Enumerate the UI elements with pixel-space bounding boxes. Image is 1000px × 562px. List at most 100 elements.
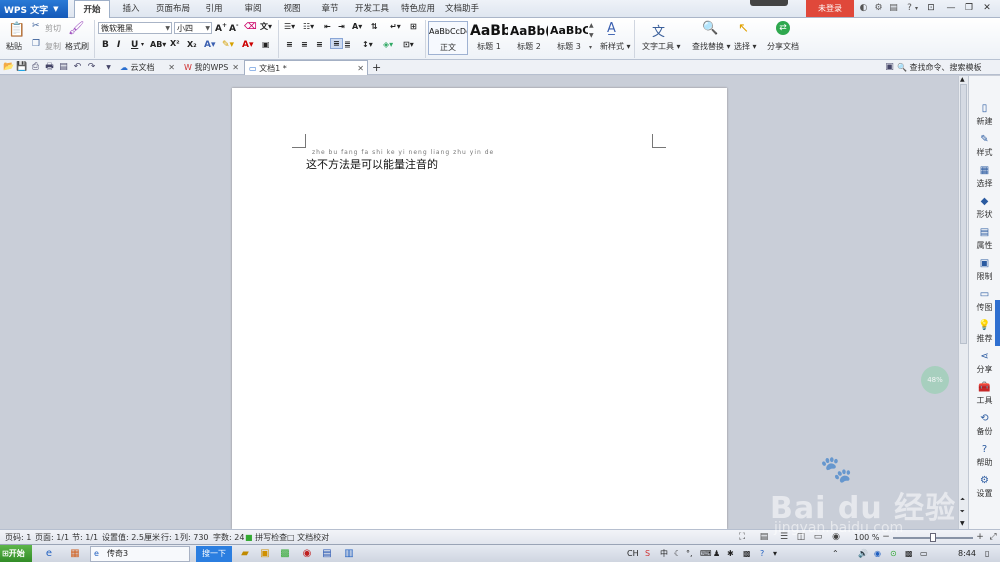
decrease-indent-icon[interactable]: ⇤	[324, 22, 331, 31]
taskbar-search-button[interactable]: 搜一下	[196, 546, 232, 562]
chevron-down-icon[interactable]: ▾	[141, 41, 144, 48]
increase-indent-icon[interactable]: ⇥	[338, 22, 345, 31]
close-icon[interactable]: ✕	[978, 1, 996, 16]
print-preview-icon[interactable]: ⎙	[30, 62, 41, 73]
zoom-in-icon[interactable]: +	[974, 532, 986, 543]
text-effect-icon[interactable]: A▾	[204, 40, 215, 50]
font-color-icon[interactable]: A▾	[242, 40, 253, 50]
tray-shield-icon[interactable]: ◉	[874, 545, 881, 562]
scroll-up-icon[interactable]: ▲	[960, 76, 965, 83]
styles-scroll-up-icon[interactable]: ▲	[589, 22, 594, 29]
show-desktop-icon[interactable]: ▯	[985, 545, 989, 562]
tab-cloud-docs[interactable]: ☁ 云文档 ✕	[116, 60, 178, 75]
ie-browser-icon[interactable]: e	[42, 547, 56, 561]
find-replace-button[interactable]: 查找替换 ▾	[692, 41, 731, 52]
align-left-icon[interactable]: ≡	[286, 40, 293, 49]
close-icon[interactable]: ✕	[232, 60, 239, 75]
close-icon[interactable]: ✕	[357, 61, 364, 76]
tray-punct-icon[interactable]: °,	[686, 545, 693, 562]
status-word-count[interactable]: 字数: 24	[213, 530, 244, 545]
sidebar-item-select[interactable]: ▦ 选择	[969, 164, 1000, 194]
text-tools-icon[interactable]: 文	[652, 21, 665, 40]
new-style-icon[interactable]: A̲	[607, 21, 616, 36]
redo-icon[interactable]: ↷	[86, 62, 97, 73]
italic-icon[interactable]: I	[117, 40, 120, 50]
tab-document-1[interactable]: ▭ 文档1 * ✕	[244, 60, 368, 75]
clear-format-icon[interactable]: ⌫	[244, 22, 257, 32]
sidebar-item-share[interactable]: ⋖ 分享	[969, 350, 1000, 380]
new-style-button[interactable]: 新样式 ▾	[600, 41, 631, 52]
distributed-align-icon[interactable]: ≣	[344, 40, 351, 49]
restore-ribbon-icon[interactable]: ⊡	[922, 1, 940, 16]
text-tools-button[interactable]: 文字工具 ▾	[642, 41, 681, 52]
bold-icon[interactable]: B	[102, 40, 109, 50]
tray-wps-icon[interactable]: ▩	[905, 545, 913, 562]
justify-icon[interactable]: ≡	[330, 38, 343, 49]
red-app-icon[interactable]: ◉	[300, 547, 314, 561]
app-menu-button[interactable]: WPS 文字 ▼	[0, 0, 68, 18]
styles-more-icon[interactable]: ▾	[589, 44, 592, 51]
app-launcher-icon[interactable]: ▦	[68, 547, 82, 561]
minimize-icon[interactable]: —	[942, 1, 960, 16]
print-icon[interactable]: 🖶	[44, 62, 55, 73]
align-right-icon[interactable]: ≡	[316, 40, 323, 49]
superscript-icon[interactable]: X²	[170, 39, 180, 48]
save-icon[interactable]: 💾	[16, 62, 27, 73]
pinyin-guide-icon[interactable]: 文▾	[260, 21, 272, 32]
green-app-icon[interactable]: ▩	[278, 547, 292, 561]
tray-keyboard-icon[interactable]: ⌨	[700, 545, 712, 562]
fit-page-icon[interactable]: ⤢	[987, 532, 999, 543]
tray-tools-icon[interactable]: ✱	[727, 545, 734, 562]
help-chevron-icon[interactable]: ▾	[911, 3, 922, 14]
border-icon[interactable]: ⊡▾	[403, 40, 414, 49]
copy-icon[interactable]: ❐	[32, 39, 40, 49]
tray-volume-icon[interactable]: 🔊	[858, 545, 868, 562]
sidebar-item-style[interactable]: ✎ 样式	[969, 133, 1000, 163]
sidebar-item-shape[interactable]: ◆ 形状	[969, 195, 1000, 225]
paste-button[interactable]: 粘贴	[6, 41, 22, 52]
spellcheck-toggle[interactable]: ■ 拼写检查	[245, 530, 287, 545]
document-page[interactable]: zhe bu fang fa shi ke yi neng liang zhu …	[232, 88, 727, 529]
tab-references[interactable]: 引用	[198, 0, 230, 18]
style-heading-2[interactable]: AaBb( 标题 2	[510, 21, 548, 55]
copy-button[interactable]: 复制	[45, 41, 61, 52]
tray-help-icon[interactable]: ?	[760, 545, 764, 562]
sidebar-item-new[interactable]: ▯ 新建	[969, 102, 1000, 132]
open-folder-icon[interactable]: 📂	[3, 62, 14, 73]
strikethrough-icon[interactable]: AB▾	[150, 40, 166, 49]
document-body-text[interactable]: 这不方法是可以能量注音的	[306, 156, 438, 172]
subscript-icon[interactable]: X₂	[187, 40, 197, 49]
select-button[interactable]: 选择 ▾	[734, 41, 757, 52]
shrink-font-icon[interactable]: A-	[229, 22, 238, 34]
tray-network-icon[interactable]: ▩	[743, 545, 751, 562]
tab-view[interactable]: 视图	[276, 0, 308, 18]
share-doc-button[interactable]: 分享文档	[767, 41, 799, 52]
command-search[interactable]: 🔍 查找命令、搜索模板	[897, 60, 982, 75]
tab-features[interactable]: 特色应用	[396, 0, 440, 18]
media-player-icon[interactable]: ▣	[258, 547, 272, 561]
full-screen-icon[interactable]: ⛶	[736, 532, 748, 543]
tray-chinese-icon[interactable]: 中	[660, 545, 668, 562]
tray-show-hidden-icon[interactable]: ⌃	[832, 545, 839, 562]
select-cursor-icon[interactable]: ↖	[738, 21, 749, 36]
start-button[interactable]: ⊞开始	[0, 545, 32, 562]
style-heading-1[interactable]: AaBb 标题 1	[470, 21, 508, 55]
highlight-icon[interactable]: ✎▾	[222, 40, 234, 50]
tray-360-icon[interactable]: ⊙	[890, 545, 897, 562]
sidebar-item-property[interactable]: ▤ 属性	[969, 226, 1000, 256]
sidebar-item-restrict[interactable]: ▣ 限制	[969, 257, 1000, 287]
char-shading-icon[interactable]: ▣	[262, 40, 270, 49]
sogou-ime-icon[interactable]: S	[645, 545, 650, 562]
style-normal[interactable]: AaBbCcDd 正文	[428, 21, 468, 55]
scissors-icon[interactable]: ✂	[32, 21, 40, 31]
show-marks-icon[interactable]: ↵▾	[390, 22, 401, 31]
proofread-toggle[interactable]: □ 文档校对	[287, 530, 329, 545]
sidebar-item-tools[interactable]: 🧰 工具	[969, 381, 1000, 411]
style-heading-3[interactable]: AaBbC 标题 3	[550, 21, 588, 55]
export-pdf-icon[interactable]: ▤	[58, 62, 69, 73]
sidebar-collapse-handle[interactable]	[995, 300, 1000, 346]
tab-chapter[interactable]: 章节	[314, 0, 346, 18]
shading-icon[interactable]: ◈▾	[383, 40, 393, 49]
find-replace-icon[interactable]: 🔍	[702, 21, 718, 36]
tab-insert[interactable]: 插入	[114, 0, 148, 18]
